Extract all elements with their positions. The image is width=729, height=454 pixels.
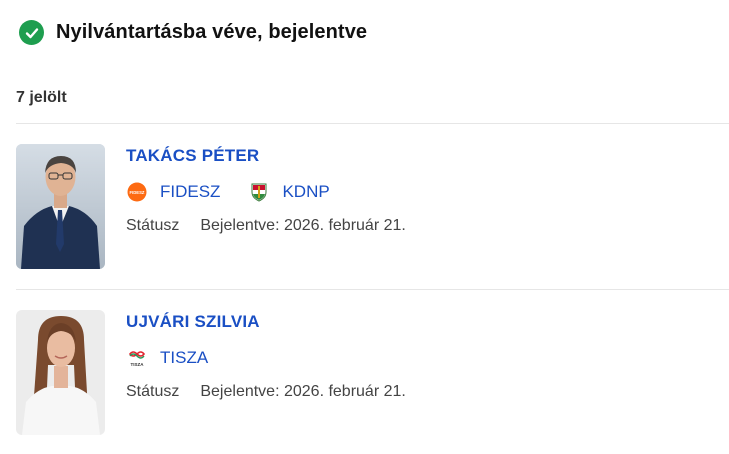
candidate-photo[interactable]: [16, 144, 105, 269]
status-value: Bejelentve: 2026. február 21.: [200, 217, 406, 234]
candidate-info: UJVÁRI SZILVIA TISZA TISZA Státusz Bejel…: [126, 310, 406, 401]
candidates-count: 7 jelölt: [16, 89, 67, 106]
candidate-name[interactable]: UJVÁRI SZILVIA: [126, 312, 406, 332]
candidate-card: TAKÁCS PÉTER FIDESZ FIDESZ KDNP Státusz …: [16, 144, 729, 269]
svg-text:TISZA: TISZA: [131, 362, 145, 367]
party-label: KDNP: [282, 182, 330, 201]
party-label: TISZA: [160, 348, 209, 367]
fidesz-logo-icon: FIDESZ: [126, 181, 148, 203]
status-row: Státusz Bejelentve: 2026. február 21.: [126, 217, 406, 235]
candidate-card: UJVÁRI SZILVIA TISZA TISZA Státusz Bejel…: [16, 310, 729, 435]
tisza-logo-icon: TISZA: [126, 347, 148, 369]
status-label: Státusz: [126, 217, 180, 234]
kdnp-logo-icon: [248, 181, 270, 203]
party-fidesz[interactable]: FIDESZ FIDESZ: [126, 181, 220, 203]
party-list: TISZA TISZA: [126, 347, 406, 369]
candidate-info: TAKÁCS PÉTER FIDESZ FIDESZ KDNP Státusz …: [126, 144, 406, 235]
status-header: Nyilvántartásba véve, bejelentve: [19, 20, 367, 45]
party-list: FIDESZ FIDESZ KDNP: [126, 181, 406, 203]
status-row: Státusz Bejelentve: 2026. február 21.: [126, 383, 406, 401]
party-kdnp[interactable]: KDNP: [248, 181, 330, 203]
check-circle-icon: [19, 20, 44, 45]
status-label: Státusz: [126, 383, 180, 400]
svg-text:FIDESZ: FIDESZ: [130, 190, 145, 195]
status-value: Bejelentve: 2026. február 21.: [200, 383, 406, 400]
party-label: FIDESZ: [160, 182, 221, 201]
divider: [16, 123, 729, 124]
candidate-photo[interactable]: [16, 310, 105, 435]
divider: [16, 289, 729, 290]
status-title: Nyilvántartásba véve, bejelentve: [56, 21, 368, 43]
candidate-name[interactable]: TAKÁCS PÉTER: [126, 146, 406, 166]
party-tisza[interactable]: TISZA TISZA: [126, 347, 208, 369]
